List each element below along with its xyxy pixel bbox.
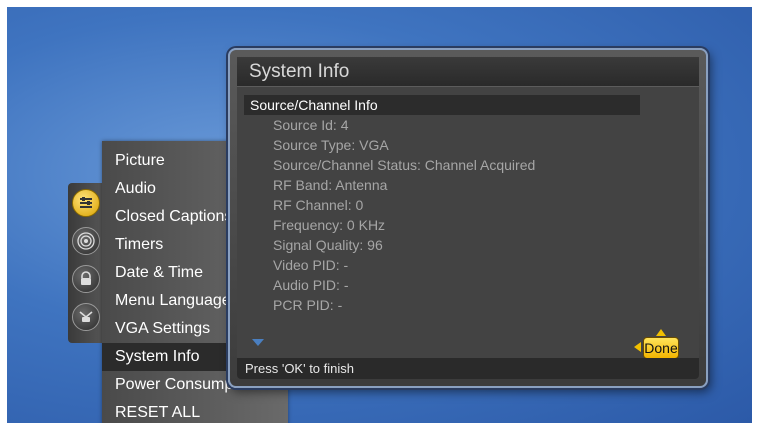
status-bar: Press 'OK' to finish [237, 358, 699, 379]
system-info-dialog: System Info Source/Channel Info Source I… [228, 48, 708, 388]
dialog-content: System Info Source/Channel Info Source I… [237, 57, 699, 379]
done-label: Done [643, 337, 679, 359]
info-frequency: Frequency: 0 KHz [273, 217, 386, 233]
info-pcr-pid: PCR PID: - [273, 297, 343, 313]
tv-screen: Picture Audio Closed Captions Timers Dat… [7, 7, 752, 423]
input-icon[interactable] [72, 303, 100, 331]
dialog-title: System Info [237, 57, 699, 87]
info-source-id: Source Id: 4 [273, 117, 349, 133]
info-rf-band: RF Band: Antenna [273, 177, 388, 193]
info-audio-pid: Audio PID: - [273, 277, 349, 293]
settings-icon[interactable] [72, 189, 100, 217]
info-signal-quality: Signal Quality: 96 [273, 237, 383, 253]
lock-icon[interactable] [72, 265, 100, 293]
info-source-type: Source Type: VGA [273, 137, 389, 153]
antenna-icon[interactable] [72, 227, 100, 255]
menu-item-reset-all[interactable]: RESET ALL [102, 399, 288, 423]
info-rf-channel: RF Channel: 0 [273, 197, 364, 213]
scroll-down-arrow-icon[interactable] [252, 339, 264, 346]
category-icon-strip [68, 183, 102, 343]
info-video-pid: Video PID: - [273, 257, 349, 273]
info-channel-status: Source/Channel Status: Channel Acquired [273, 157, 536, 173]
arrow-up-icon [656, 329, 666, 336]
section-header: Source/Channel Info [244, 95, 640, 115]
arrow-left-icon [634, 342, 641, 352]
